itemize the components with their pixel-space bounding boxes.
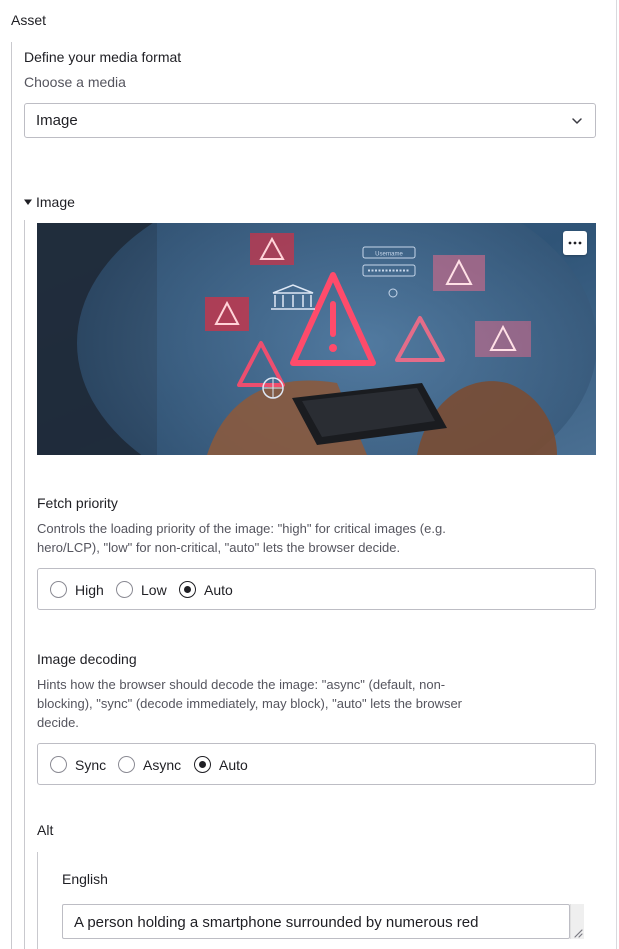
fetch-priority-help-line-1: Controls the loading priority of the ima… [37,521,446,536]
alt-text-value: A person holding a smartphone surrounded… [74,914,479,931]
image-illustration: Username [37,223,596,455]
asset-group-rule [11,42,12,949]
alt-text-field[interactable]: A person holding a smartphone surrounded… [62,904,570,939]
radio-circle[interactable] [116,581,133,598]
image-decoding-help-line-3: decide. [37,715,79,730]
radio-label: Async [143,756,182,773]
triangle-down-icon [24,199,32,205]
radio-label: Sync [75,756,107,773]
alt-language-label: English [62,871,108,887]
fetch-priority-option-auto[interactable]: Auto [179,581,233,598]
radio-label: Auto [219,756,248,773]
image-group-rule [24,220,25,949]
image-decoding-help-line-1: Hints how the browser should decode the … [37,677,446,692]
chevron-down-icon [572,118,582,124]
fetch-priority-help-line-2: hero/LCP), "low" for non-critical, "auto… [37,540,401,555]
image-panel-toggle[interactable]: Image [24,194,75,210]
image-decoding-radio-group: Sync Async Auto [37,743,596,785]
media-format-subheading: Choose a media [24,74,126,90]
media-format-select[interactable]: Image [24,103,596,138]
image-decoding-label: Image decoding [37,651,137,667]
radio-circle[interactable] [50,581,67,598]
more-horizontal-icon [568,241,582,245]
radio-label: High [75,581,104,598]
fetch-priority-label: Fetch priority [37,495,118,511]
media-format-selected-value: Image [36,112,78,129]
image-username-text: Username [375,252,403,258]
image-decoding-option-sync[interactable]: Sync [50,756,106,773]
image-panel-label: Image [36,194,75,210]
radio-circle[interactable] [118,756,135,773]
alt-label: Alt [37,822,54,838]
image-decoding-option-async[interactable]: Async [118,756,181,773]
radio-circle-selected[interactable] [194,756,211,773]
radio-circle-selected[interactable] [179,581,196,598]
radio-circle[interactable] [50,756,67,773]
image-options-button[interactable] [563,231,587,255]
asset-section-title: Asset [11,12,47,28]
fetch-priority-radio-group: High Low Auto [37,568,596,610]
fetch-priority-option-low[interactable]: Low [116,581,167,598]
asset-image-preview: Username [37,223,596,455]
image-decoding-help-line-2: blocking), "sync" (decode immediately, m… [37,696,463,711]
resize-grip-icon[interactable] [573,928,583,938]
panel-right-border [616,0,617,949]
image-decoding-option-auto[interactable]: Auto [194,756,248,773]
alt-group-rule [37,852,38,949]
fetch-priority-option-high[interactable]: High [50,581,104,598]
radio-label: Auto [204,581,233,598]
radio-label: Low [141,581,167,598]
media-format-heading: Define your media format [24,49,182,65]
